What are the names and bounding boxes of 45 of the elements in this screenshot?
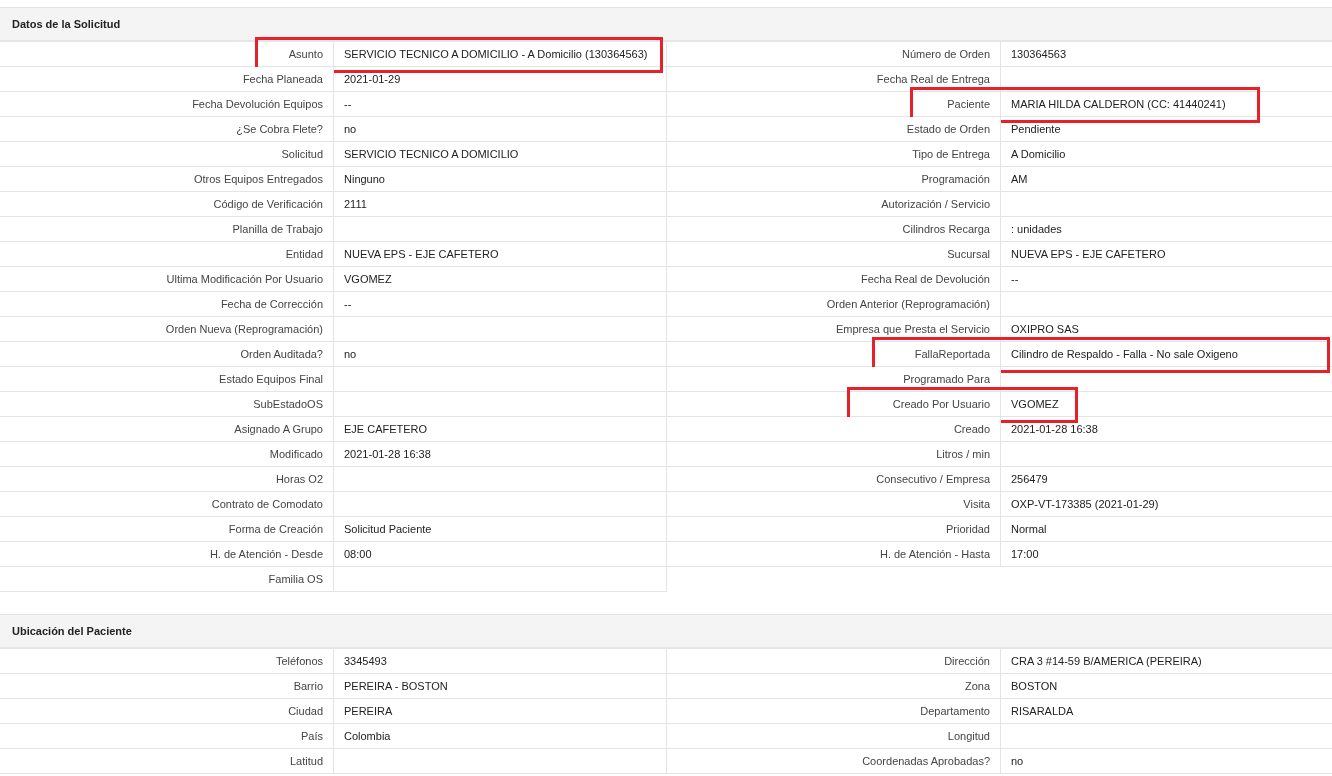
field-value: Pendiente <box>1000 117 1332 142</box>
field-value: CRA 3 #14-59 B/AMERICA (PEREIRA) <box>1000 649 1332 674</box>
field-value: 17:00 <box>1000 542 1332 567</box>
field-value: 256479 <box>1000 467 1332 492</box>
field-value: Cilindro de Respaldo - Falla - No sale Oxigeno <box>1000 342 1332 367</box>
field-value: no <box>1000 749 1332 774</box>
field-value: NUEVA EPS - EJE CAFETERO <box>1000 242 1332 267</box>
section-title: Ubicación del Paciente <box>0 614 1332 649</box>
field-value: BOSTON <box>1000 674 1332 699</box>
section-title: Datos de la Solicitud <box>0 7 1332 42</box>
field-value: Normal <box>1000 517 1332 542</box>
field-value: MARIA HILDA CALDERON (CC: 41440241) <box>1000 92 1332 117</box>
field-value: no <box>333 117 667 142</box>
field-value: PEREIRA <box>333 699 667 724</box>
field-value: 130364563 <box>1000 42 1332 67</box>
field-value: A Domicilio <box>1000 142 1332 167</box>
field-value: 2111 <box>333 192 667 217</box>
field-label: Estado de Orden <box>667 117 1000 142</box>
field-value: 2021-01-29 <box>333 67 667 92</box>
field-value: VGOMEZ <box>333 267 667 292</box>
field-value: PEREIRA - BOSTON <box>333 674 667 699</box>
field-value: EJE CAFETERO <box>333 417 667 442</box>
field-value: -- <box>1000 267 1332 292</box>
field-value: : unidades <box>1000 217 1332 242</box>
field-value: SERVICIO TECNICO A DOMICILIO <box>333 142 667 167</box>
field-label: Programado Para <box>667 367 1000 392</box>
field-value: 3345493 <box>333 649 667 674</box>
field-value: 08:00 <box>333 542 667 567</box>
field-label: Creado <box>667 417 1000 442</box>
field-label: Fecha Planeada <box>0 67 333 92</box>
field-value: 2021-01-28 16:38 <box>1000 417 1332 442</box>
field-value: SERVICIO TECNICO A DOMICILIO - A Domicilio (130364563) <box>333 42 667 67</box>
field-value: Solicitud Paciente <box>333 517 667 542</box>
field-value: 2021-01-28 16:38 <box>333 442 667 467</box>
field-value: -- <box>333 92 667 117</box>
field-value: Colombia <box>333 724 667 749</box>
field-value: NUEVA EPS - EJE CAFETERO <box>333 242 667 267</box>
field-value: VGOMEZ <box>1000 392 1332 417</box>
field-value: RISARALDA <box>1000 699 1332 724</box>
field-value: OXIPRO SAS <box>1000 317 1332 342</box>
field-value: OXP-VT-173385 (2021-01-29) <box>1000 492 1332 517</box>
field-value: no <box>333 342 667 367</box>
field-value: AM <box>1000 167 1332 192</box>
field-value: Ninguno <box>333 167 667 192</box>
field-value: -- <box>333 292 667 317</box>
